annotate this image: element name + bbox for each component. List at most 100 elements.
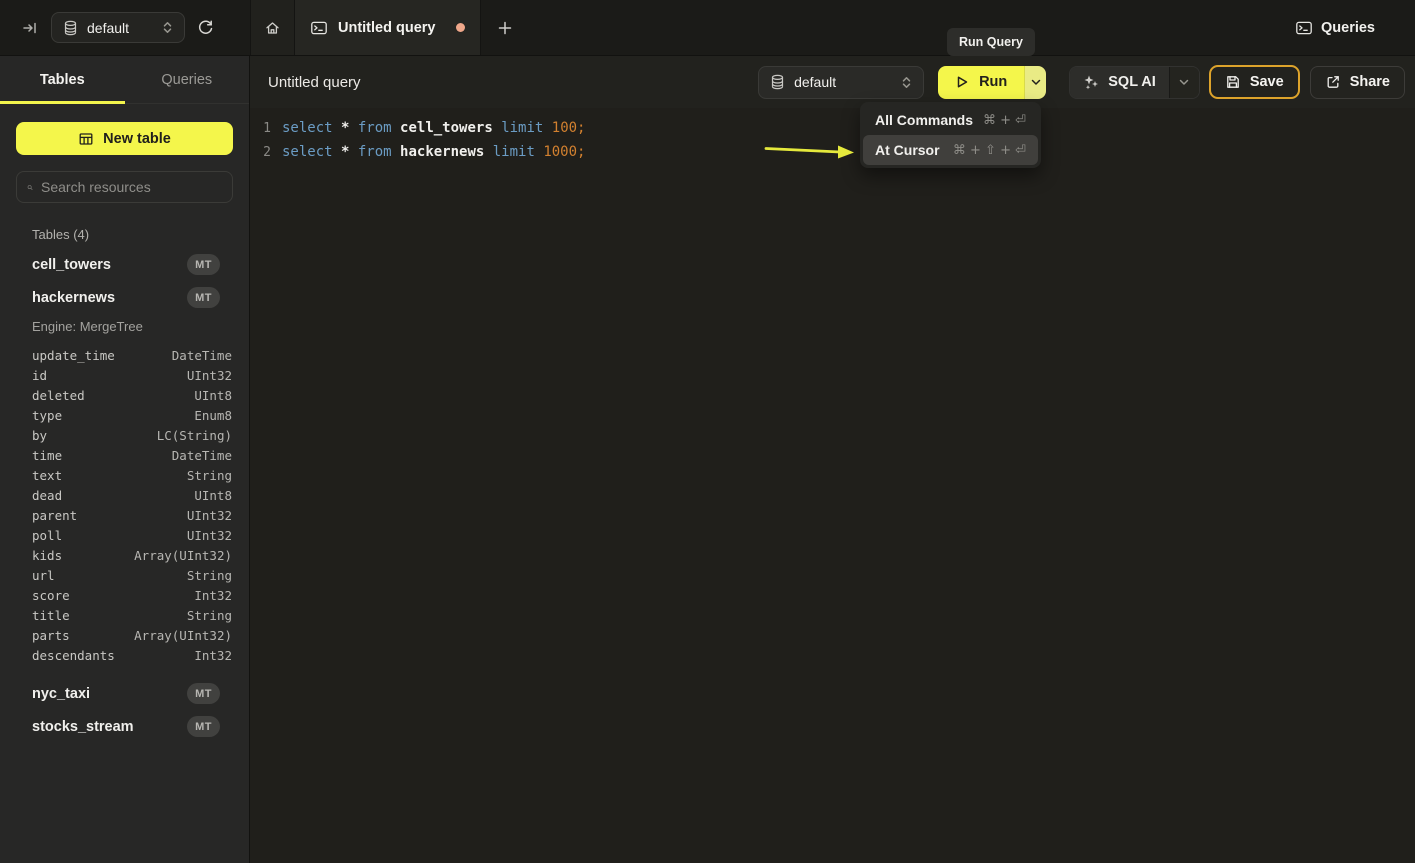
- column-name: poll: [32, 528, 62, 543]
- save-label: Save: [1250, 74, 1284, 90]
- terminal-icon: [310, 20, 328, 36]
- topbar-left: default: [0, 0, 250, 55]
- column-row: deleted UInt8: [0, 385, 249, 405]
- tab-queries[interactable]: Queries: [125, 56, 250, 103]
- refresh-icon[interactable]: [197, 19, 214, 36]
- column-row: scoreInt32: [0, 585, 249, 605]
- run-button[interactable]: Run: [938, 66, 1024, 99]
- new-table-button[interactable]: New table: [16, 122, 233, 155]
- save-button[interactable]: Save: [1209, 65, 1300, 99]
- unsaved-dot: [456, 23, 465, 32]
- column-type: UInt32: [187, 508, 232, 523]
- chevron-down-icon: [1031, 79, 1041, 86]
- queries-button[interactable]: Queries: [1295, 0, 1375, 55]
- column-name: time: [32, 448, 62, 463]
- sidebar: Tables Queries New table Tables (4) cell…: [0, 56, 250, 863]
- collapse-sidebar-icon[interactable]: [22, 20, 39, 36]
- column-name: descendants: [32, 648, 115, 663]
- sql-ai-label: SQL AI: [1108, 74, 1156, 90]
- engine-badge: MT: [187, 683, 220, 704]
- table-name: cell_towers: [32, 257, 111, 273]
- column-type: String: [187, 468, 232, 483]
- column-type: DateTime: [172, 448, 232, 463]
- new-tab-button[interactable]: [481, 0, 529, 55]
- tables-section-label: Tables (4): [32, 227, 233, 242]
- column-type: Array(UInt32): [134, 548, 232, 563]
- run-menu-item[interactable]: All Commands ⌘ + ⏎: [863, 105, 1038, 135]
- engine-badge: MT: [187, 287, 220, 308]
- home-tab[interactable]: [250, 0, 295, 55]
- run-menu-item[interactable]: At Cursor ⌘ + ⇧ + ⏎: [863, 135, 1038, 165]
- column-name: dead: [32, 488, 62, 503]
- column-name: title: [32, 608, 70, 623]
- updown-chevrons-icon: [900, 75, 913, 90]
- database-selector-value: default: [87, 20, 152, 36]
- column-name: deleted: [32, 388, 85, 403]
- table-name: hackernews: [32, 290, 115, 306]
- menu-item-shortcut: ⌘ + ⏎: [983, 113, 1026, 128]
- column-row: time DateTime: [0, 445, 249, 465]
- save-icon: [1225, 74, 1241, 90]
- search-input[interactable]: [41, 179, 222, 195]
- toolbar-database-selector[interactable]: default: [758, 66, 924, 99]
- run-query-tooltip: Run Query: [947, 28, 1035, 56]
- columns-list: update_timeDateTimeidUInt32deletedUInt8t…: [0, 341, 249, 677]
- column-name: score: [32, 588, 70, 603]
- run-menu: All Commands ⌘ + ⏎ At Cursor ⌘ + ⇧ + ⏎: [860, 102, 1041, 168]
- table-row[interactable]: hackernews MT: [0, 281, 249, 314]
- column-row: update_timeDateTime: [0, 345, 249, 365]
- column-row: parent UInt32: [0, 505, 249, 525]
- sql-ai-options-button[interactable]: [1169, 67, 1199, 98]
- menu-item-label: All Commands: [875, 112, 973, 128]
- column-type: UInt8: [194, 388, 232, 403]
- search-box: [16, 171, 233, 203]
- column-row: titleString: [0, 605, 249, 625]
- line-number: 1: [250, 121, 282, 136]
- top-bar: default Untitled query: [0, 0, 1415, 56]
- query-tab[interactable]: Untitled query: [295, 0, 481, 55]
- new-table-label: New table: [103, 131, 171, 147]
- plus-icon: [497, 20, 513, 36]
- run-options-button[interactable]: [1024, 66, 1046, 99]
- menu-item-label: At Cursor: [875, 142, 940, 158]
- share-button[interactable]: Share: [1310, 66, 1405, 99]
- topbar-spacer: [529, 0, 1295, 55]
- column-type: Int32: [194, 648, 232, 663]
- menu-item-shortcut: ⌘ + ⇧ + ⏎: [953, 143, 1026, 158]
- queries-icon: [1295, 20, 1313, 36]
- line-number: 2: [250, 145, 282, 160]
- engine-badge: MT: [187, 254, 220, 275]
- database-selector[interactable]: default: [51, 12, 185, 43]
- column-name: id: [32, 368, 47, 383]
- sql-ai-button[interactable]: SQL AI: [1070, 67, 1169, 98]
- column-row: idUInt32: [0, 365, 249, 385]
- sparkles-icon: [1083, 74, 1099, 90]
- code-text: select * from hackernews limit 1000;: [282, 144, 585, 160]
- column-row: textString: [0, 465, 249, 485]
- column-name: parent: [32, 508, 77, 523]
- play-icon: [955, 75, 969, 89]
- code-line: 1select * from cell_towers limit 100;: [250, 116, 1415, 140]
- column-type: DateTime: [172, 348, 232, 363]
- sql-editor[interactable]: 1select * from cell_towers limit 100;2se…: [250, 108, 1415, 863]
- column-name: parts: [32, 628, 70, 643]
- code-text: select * from cell_towers limit 100;: [282, 120, 585, 136]
- column-row: descendants Int32: [0, 645, 249, 665]
- column-name: url: [32, 568, 55, 583]
- toolbar-database-value: default: [794, 74, 891, 90]
- table-name: stocks_stream: [32, 719, 134, 735]
- engine-badge: MT: [187, 716, 220, 737]
- table-row[interactable]: stocks_stream MT: [0, 710, 249, 743]
- run-label: Run: [979, 74, 1007, 90]
- column-row: urlString: [0, 565, 249, 585]
- table-row[interactable]: cell_towers MT: [0, 248, 249, 281]
- column-name: kids: [32, 548, 62, 563]
- search-icon: [27, 180, 33, 195]
- table-row[interactable]: nyc_taxiMT: [0, 677, 249, 710]
- run-split-button: Run: [938, 66, 1046, 99]
- sidebar-tabs: Tables Queries: [0, 56, 249, 104]
- queries-label: Queries: [1321, 20, 1375, 36]
- column-row: kids Array(UInt32): [0, 545, 249, 565]
- tab-tables[interactable]: Tables: [0, 56, 125, 103]
- column-type: LC(String): [157, 428, 232, 443]
